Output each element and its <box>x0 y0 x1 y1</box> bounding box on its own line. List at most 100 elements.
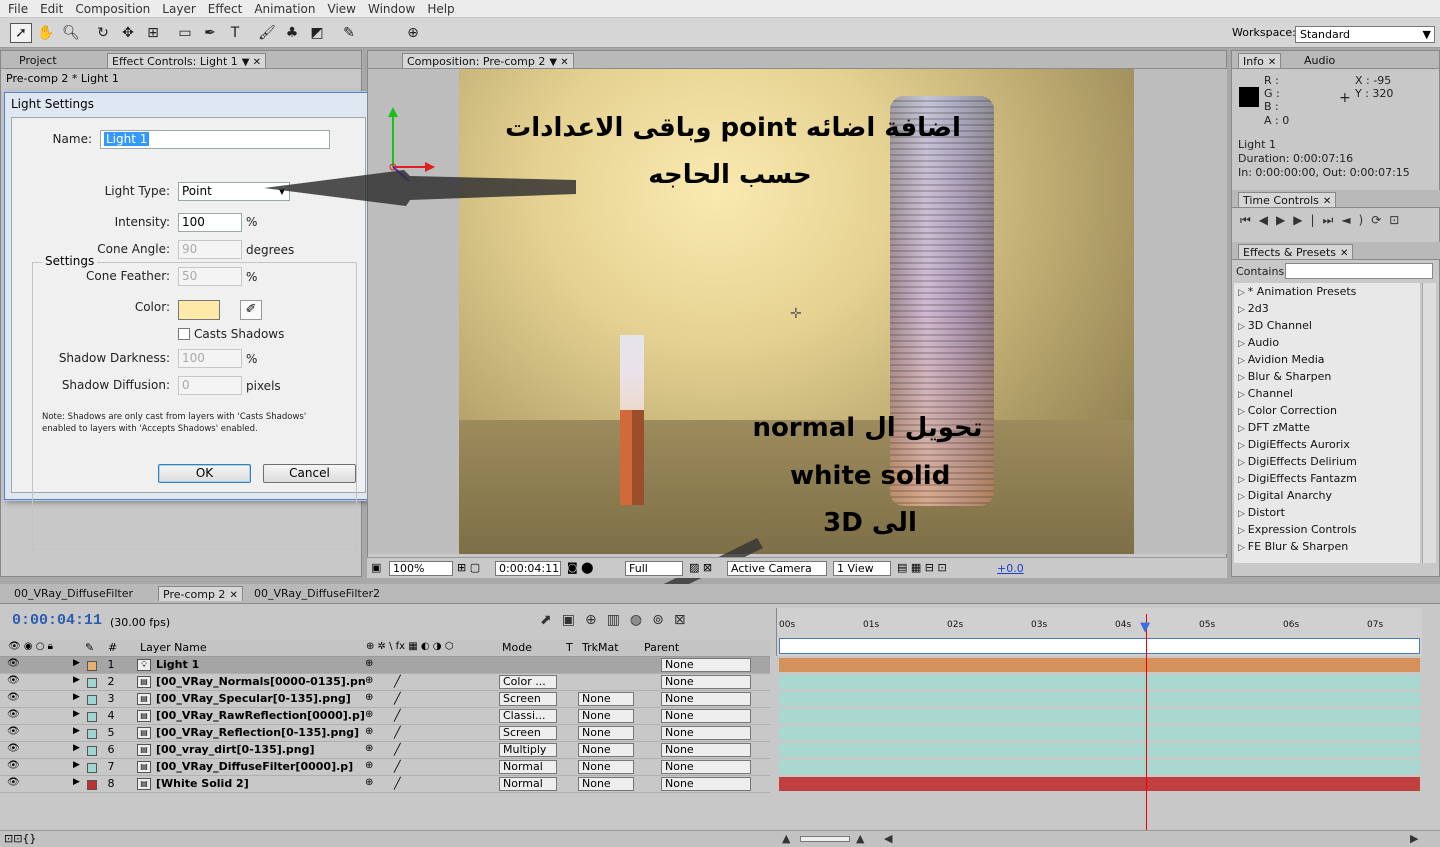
close-icon[interactable]: ✕ <box>1340 248 1348 259</box>
quality-switch-icon[interactable]: ╱ <box>394 709 401 722</box>
menu-item-composition[interactable]: Composition <box>75 2 150 16</box>
mode-select[interactable]: Color ... <box>499 675 557 689</box>
tab-effect-controls[interactable]: Effect Controls: Light 1 ▼ ✕ <box>107 53 267 68</box>
rotate-tool-icon[interactable]: ↻ <box>92 23 114 43</box>
effects-scrollbar[interactable] <box>1422 283 1436 563</box>
layer-name[interactable]: [00_VRay_Reflection[0-135].png] <box>156 726 359 739</box>
quality-switch-icon[interactable]: ╱ <box>394 726 401 739</box>
always-preview-icon[interactable]: ▣ <box>371 561 381 574</box>
effect-category-item[interactable]: Digital Anarchy <box>1234 487 1420 504</box>
parent-select[interactable]: None <box>661 675 751 689</box>
name-field[interactable]: Light 1 <box>100 130 330 149</box>
layer-name[interactable]: [00_VRay_DiffuseFilter[0000].p] <box>156 760 353 773</box>
effect-category-item[interactable]: Avidion Media <box>1234 351 1420 368</box>
work-area-bar[interactable] <box>779 638 1420 654</box>
grid-icon[interactable]: ⊞ ▢ <box>457 561 480 574</box>
current-time-field[interactable]: 0:00:04:11 <box>495 561 561 576</box>
tab-audio[interactable]: Audio <box>1300 53 1339 68</box>
tab-precomp2[interactable]: Pre-comp 2 ✕ <box>158 586 243 601</box>
layer-name-header[interactable]: Layer Name <box>140 641 207 654</box>
layer-name[interactable]: [00_VRay_Normals[0000-0135].pn <box>156 675 366 688</box>
menu-item-view[interactable]: View <box>328 2 356 16</box>
scroll-left-icon[interactable]: ◀ <box>884 832 892 845</box>
color-swatch[interactable] <box>178 300 220 320</box>
puppet-pin-tool-icon[interactable]: ✎ <box>338 23 360 43</box>
mode-select[interactable]: Normal <box>499 777 557 791</box>
eye-icon[interactable]: 👁︎ <box>7 658 20 669</box>
close-icon[interactable]: ✕ <box>1268 57 1276 68</box>
zoom-select[interactable]: 100% <box>389 561 453 576</box>
layer-duration-bar[interactable] <box>779 658 1420 672</box>
view-layout-select[interactable]: 1 View <box>833 561 891 576</box>
shadow-darkness-field[interactable]: 100 <box>178 349 242 368</box>
timeline-footer-icons[interactable]: ⊡⊡{} <box>4 832 36 845</box>
axis-gizmo[interactable] <box>375 105 445 185</box>
view-options-icon[interactable]: ▤ ▦ ⊟ ⊡ <box>897 561 947 574</box>
label-color-swatch[interactable] <box>87 678 97 688</box>
effect-category-item[interactable]: 3D Channel <box>1234 317 1420 334</box>
table-row[interactable]: 👁︎ ▶ 6 ▤ [00_vray_dirt[0-135].png] ⊕ ╱ Multiply… <box>0 742 770 759</box>
parent-select[interactable]: None <box>661 760 751 774</box>
cancel-button[interactable]: Cancel <box>263 464 356 483</box>
eye-icon[interactable]: 👁︎ <box>7 743 20 754</box>
region-of-interest-icon[interactable]: ▨ ⊠ <box>689 561 712 574</box>
table-row[interactable]: 👁︎ ▶ 1 💡︎ Light 1 ⊕ None <box>0 657 770 674</box>
timeline-zoom-slider[interactable] <box>800 836 850 842</box>
table-row[interactable]: 👁︎ ▶ 3 ▤ [00_VRay_Specular[0-135].png] ⊕ ╱ Scre… <box>0 691 770 708</box>
table-row[interactable]: 👁︎ ▶ 7 ▤ [00_VRay_DiffuseFilter[0000].p] ⊕ ╱ No… <box>0 759 770 776</box>
eye-icon[interactable]: 👁︎ <box>7 709 20 720</box>
light-type-select[interactable]: Point ▼ <box>178 182 290 201</box>
tab-diffusefilter2[interactable]: 00_VRay_DiffuseFilter2 <box>250 586 384 601</box>
tab-effects-presets[interactable]: Effects & Presets ✕ <box>1238 244 1354 259</box>
tab-time-controls[interactable]: Time Controls ✕ <box>1238 192 1337 207</box>
close-icon[interactable]: ✕ <box>1323 196 1331 207</box>
layer-duration-bar[interactable] <box>779 777 1420 791</box>
parent-select[interactable]: None <box>661 709 751 723</box>
parent-select[interactable]: None <box>661 777 751 791</box>
tab-project[interactable]: Project <box>15 53 61 68</box>
label-color-swatch[interactable] <box>87 780 97 790</box>
table-row[interactable]: 👁︎ ▶ 8 ▤ [White Solid 2] ⊕ ╱ Normal None None <box>0 776 770 793</box>
parent-select[interactable]: None <box>661 743 751 757</box>
layer-name[interactable]: [00_VRay_Specular[0-135].png] <box>156 692 351 705</box>
expand-triangle-icon[interactable]: ▶ <box>73 658 80 668</box>
eye-icon[interactable]: 👁︎ <box>7 760 20 771</box>
shadow-diffusion-field[interactable]: 0 <box>178 376 242 395</box>
layer-duration-bar[interactable] <box>779 692 1420 706</box>
hand-tool-icon[interactable]: ✋ <box>35 23 57 43</box>
menu-item-file[interactable]: File <box>8 2 28 16</box>
casts-shadows-checkbox[interactable] <box>178 328 190 340</box>
axis-mode-icon[interactable]: ⊕ <box>402 23 424 43</box>
layer-name[interactable]: [00_vray_dirt[0-135].png] <box>156 743 315 756</box>
eyedropper-icon[interactable]: ✐ <box>240 300 262 320</box>
workspace-select[interactable]: Standard ▼ <box>1295 26 1435 43</box>
trkmat-select[interactable]: None <box>578 777 634 791</box>
quality-switch-icon[interactable]: ╱ <box>394 777 401 790</box>
expand-triangle-icon[interactable]: ▶ <box>73 760 80 770</box>
layer-name[interactable]: [00_VRay_RawReflection[0000].p] <box>156 709 365 722</box>
quality-switch-icon[interactable]: ╱ <box>394 692 401 705</box>
current-time-indicator[interactable] <box>1146 614 1148 830</box>
layer-duration-bar[interactable] <box>779 743 1420 757</box>
shy-switch-icon[interactable]: ⊕ <box>365 777 373 788</box>
effect-category-item[interactable]: DigiEffects Delirium <box>1234 453 1420 470</box>
effect-category-item[interactable]: FE Blur & Sharpen <box>1234 538 1420 555</box>
cti-head-icon[interactable]: ▼ <box>1140 620 1150 635</box>
effect-category-item[interactable]: DigiEffects Fantazm <box>1234 470 1420 487</box>
layer-duration-bar[interactable] <box>779 709 1420 723</box>
eye-icon[interactable]: 👁︎ <box>7 726 20 737</box>
timeline-switches-icon[interactable]: ⬈▣⊕▥◍⊚⊠ <box>540 612 696 628</box>
table-row[interactable]: 👁︎ ▶ 5 ▤ [00_VRay_Reflection[0-135].png] ⊕ ╱ Sc… <box>0 725 770 742</box>
expand-triangle-icon[interactable]: ▶ <box>73 675 80 685</box>
shy-switch-icon[interactable]: ⊕ <box>365 709 373 720</box>
menu-item-layer[interactable]: Layer <box>162 2 195 16</box>
close-icon[interactable]: ▼ ✕ <box>242 57 261 68</box>
menu-item-effect[interactable]: Effect <box>208 2 243 16</box>
menu-item-help[interactable]: Help <box>427 2 454 16</box>
trkmat-select[interactable]: None <box>578 726 634 740</box>
expand-triangle-icon[interactable]: ▶ <box>73 692 80 702</box>
menu-item-edit[interactable]: Edit <box>40 2 63 16</box>
label-color-swatch[interactable] <box>87 746 97 756</box>
close-icon[interactable]: ▼ ✕ <box>549 57 568 68</box>
label-color-swatch[interactable] <box>87 695 97 705</box>
